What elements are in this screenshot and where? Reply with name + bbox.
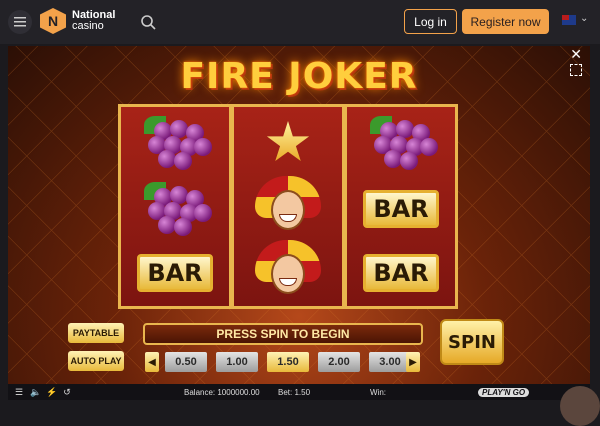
star-symbol [234,111,342,175]
grapes-symbol [347,111,455,175]
register-button[interactable]: Register now [462,9,549,34]
reel-2 [234,107,342,306]
chevron-down-icon[interactable]: ⌄ [580,13,588,24]
bet-option[interactable]: 3.00 [369,352,411,372]
language-flag-icon[interactable] [562,15,576,25]
win-text: Win: [370,387,386,397]
chat-bubble-button[interactable] [560,386,600,426]
bet-selector: 0.50 1.00 1.50 2.00 3.00 [165,352,411,372]
menu-icon[interactable]: ☰ [14,387,24,398]
bet-option[interactable]: 0.50 [165,352,207,372]
bar-symbol-label: BAR [363,190,439,228]
joker-icon [249,240,327,302]
reel-1: BAR [121,107,229,306]
joker-symbol [234,239,342,303]
bet-option[interactable]: 2.00 [318,352,360,372]
paytable-button[interactable]: PAYTABLE [68,323,124,343]
reel-3: BAR BAR [347,107,455,306]
bet-text: Bet: 1.50 [278,387,311,397]
game-title: FIRE JOKER [180,56,418,97]
grapes-icon [140,181,212,237]
bet-increase-button[interactable]: ▶ [406,352,420,372]
bar-symbol-label: BAR [363,254,439,292]
logo-line-2: casino [72,20,104,32]
hamburger-menu-button[interactable] [8,10,32,34]
autoplay-button[interactable]: AUTO PLAY [68,351,124,371]
top-bar: N National casino Log in Register now ⌄ [0,0,600,44]
grapes-symbol [121,177,229,241]
lightning-icon[interactable]: ⚡ [46,387,57,398]
grapes-icon [140,115,212,171]
site-logo[interactable]: N National casino [40,8,115,34]
provider-logo: PLAY'N GO [478,387,530,397]
bar-symbol: BAR [347,241,455,305]
bar-symbol-label: BAR [137,254,213,292]
star-icon [266,121,310,162]
search-icon[interactable] [140,14,156,30]
hamburger-icon [14,17,26,27]
game-message: PRESS SPIN TO BEGIN [143,323,423,345]
grapes-symbol [121,111,229,175]
bet-option-selected[interactable]: 1.50 [267,352,309,372]
bar-symbol: BAR [121,241,229,305]
joker-icon [249,176,327,238]
logo-text: National casino [72,10,115,32]
sound-icon[interactable]: 🔈 [30,387,41,398]
reels-grid: BAR BAR BAR [118,104,458,309]
joker-symbol [234,175,342,239]
history-icon[interactable]: ↺ [62,387,72,398]
grapes-icon [366,115,438,171]
bet-option[interactable]: 1.00 [216,352,258,372]
spin-button[interactable]: SPIN [440,319,504,365]
bet-decrease-button[interactable]: ◀ [145,352,159,372]
bar-symbol: BAR [347,177,455,241]
logo-badge: N [40,8,66,34]
game-status-bar: ☰ 🔈 ⚡ ↺ Balance: 1000000.00 Bet: 1.50 Wi… [8,384,590,400]
login-button[interactable]: Log in [404,9,457,34]
balance-text: Balance: 1000000.00 [184,387,260,397]
game-frame: ✕ FIRE JOKER BAR BAR BAR PAYTABLE AUTO P… [8,46,590,384]
